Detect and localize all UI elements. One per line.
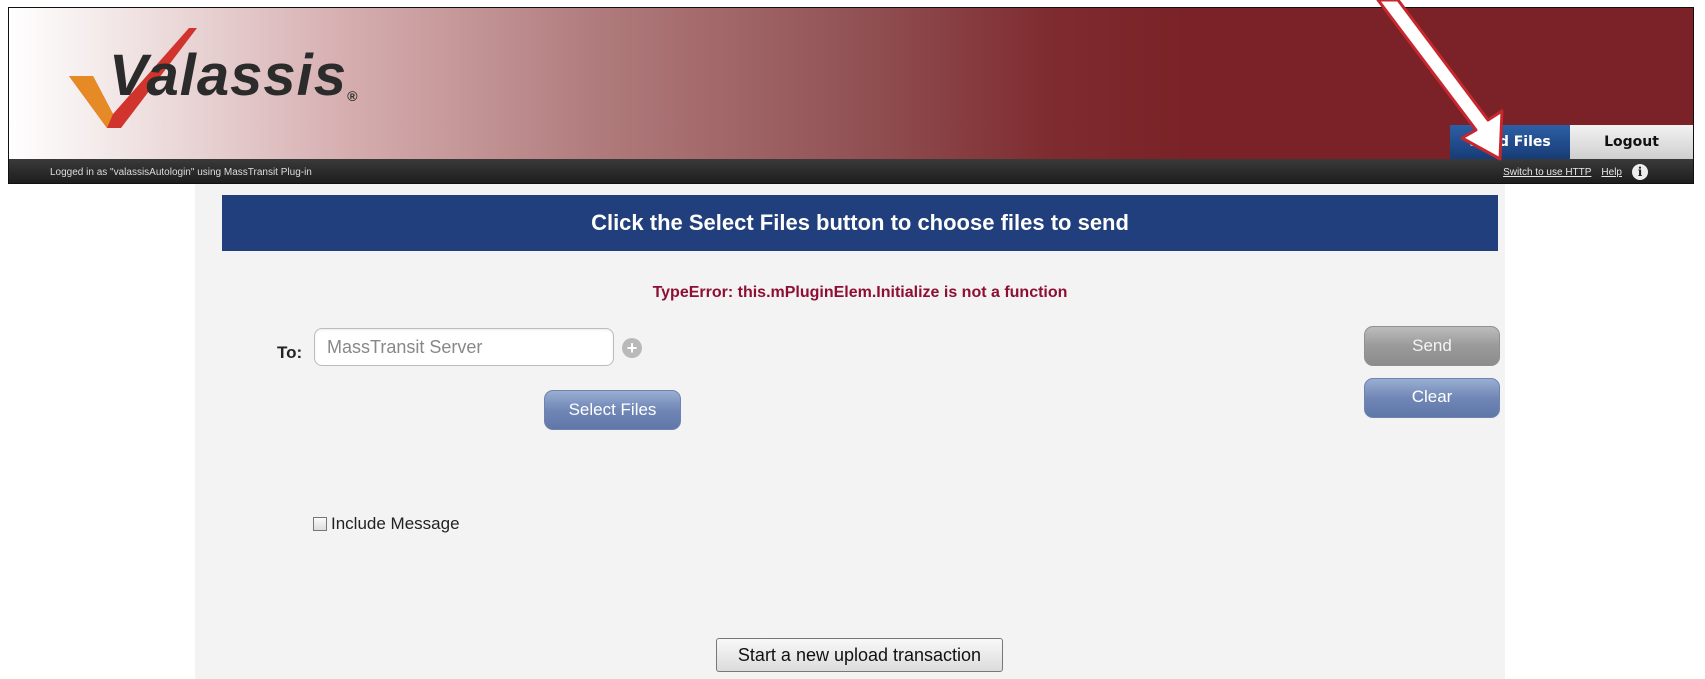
start-new-upload-button[interactable]: Start a new upload transaction: [716, 638, 1003, 672]
login-status: Logged in as "valassisAutologin" using M…: [50, 167, 312, 178]
status-links: Switch to use HTTP Help i: [1503, 164, 1648, 180]
info-icon[interactable]: i: [1632, 164, 1648, 180]
send-button[interactable]: Send: [1364, 326, 1500, 366]
tab-logout[interactable]: Logout: [1570, 125, 1693, 159]
clear-button[interactable]: Clear: [1364, 378, 1500, 418]
app-header: Valassis® Send Files Logout Logged in as…: [8, 7, 1694, 184]
help-link[interactable]: Help: [1601, 167, 1622, 178]
header-banner: Valassis® Send Files Logout: [9, 8, 1693, 159]
tab-send-files[interactable]: Send Files: [1450, 125, 1570, 159]
logo-text: Valassis®: [109, 43, 359, 108]
send-panel: [195, 184, 1505, 679]
switch-http-link[interactable]: Switch to use HTTP: [1503, 167, 1591, 178]
checkbox-icon[interactable]: [313, 517, 327, 531]
page-title: Click the Select Files button to choose …: [222, 195, 1498, 251]
recipient-input[interactable]: [314, 328, 614, 366]
to-label: To:: [277, 343, 303, 362]
header-tabs: Send Files Logout: [1450, 125, 1693, 159]
include-message-row[interactable]: Include Message: [313, 514, 460, 534]
plus-circle-icon[interactable]: +: [622, 338, 642, 358]
select-files-button[interactable]: Select Files: [544, 390, 681, 430]
status-bar: Logged in as "valassisAutologin" using M…: [9, 159, 1693, 183]
include-message-label: Include Message: [331, 514, 460, 533]
error-message: TypeError: this.mPluginElem.Initialize i…: [652, 284, 1068, 301]
